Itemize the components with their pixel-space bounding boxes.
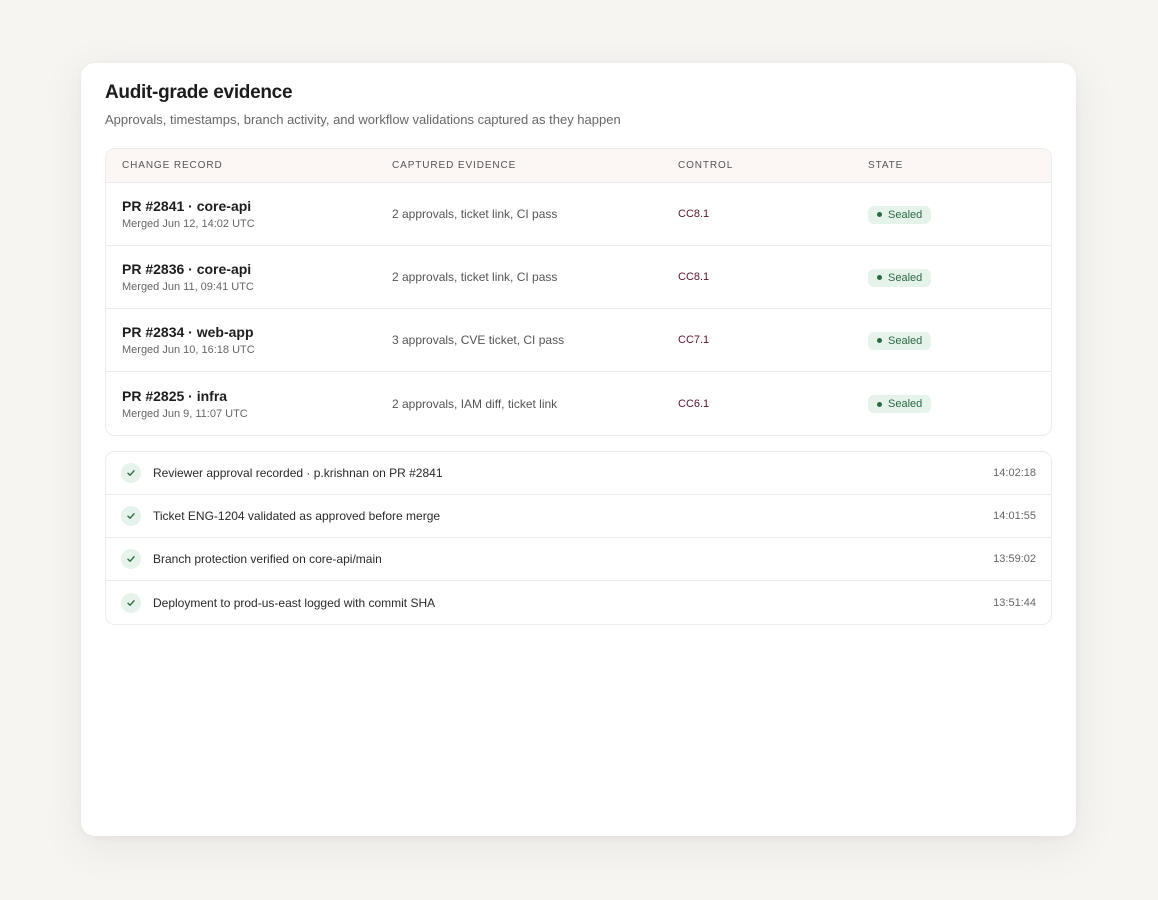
change-record-cell: PR #2836 · core-api Merged Jun 11, 09:41… [106,261,392,293]
state-cell: Sealed [868,330,1051,350]
page-subtitle: Approvals, timestamps, branch activity, … [105,112,621,127]
log-time: 13:51:44 [993,596,1036,609]
log-text: Reviewer approval recorded · p.krishnan … [153,466,443,480]
status-dot-icon [877,275,882,281]
change-record-cell: PR #2834 · web-app Merged Jun 10, 16:18 … [106,324,392,356]
control-cell: CC8.1 [678,208,710,220]
status-badge-label: Sealed [888,271,923,284]
status-badge-label: Sealed [888,398,923,411]
status-dot-icon [877,401,882,407]
status-dot-icon [877,338,882,344]
check-icon [121,549,141,569]
table-header: CHANGE RECORD CAPTURED EVIDENCE CONTROL … [106,149,1051,183]
change-record-cell: PR #2841 · core-api Merged Jun 12, 14:02… [106,198,392,230]
pr-merge-time: Merged Jun 12, 14:02 UTC [122,218,255,230]
log-item[interactable]: Deployment to prod-us-east logged with c… [106,581,1051,624]
table-row[interactable]: PR #2825 · infra Merged Jun 9, 11:07 UTC… [106,372,1051,435]
evidence-card: Audit-grade evidence Approvals, timestam… [81,63,1076,836]
column-header-state[interactable]: STATE [868,160,1051,171]
pr-merge-time: Merged Jun 11, 09:41 UTC [122,281,254,293]
status-badge-label: Sealed [888,208,923,221]
status-badge: Sealed [868,395,932,414]
pr-merge-time: Merged Jun 9, 11:07 UTC [122,407,248,420]
state-cell: Sealed [868,204,1051,224]
status-badge: Sealed [868,205,932,224]
check-icon [121,592,141,613]
column-header-control[interactable]: CONTROL [678,160,868,171]
log-item[interactable]: Ticket ENG-1204 validated as approved be… [106,495,1051,538]
evidence-cell: 2 approvals, IAM diff, ticket link [392,396,558,411]
table-row[interactable]: PR #2834 · web-app Merged Jun 10, 16:18 … [106,309,1051,372]
log-time: 14:02:18 [993,467,1036,479]
check-icon [121,463,141,483]
status-badge: Sealed [868,268,932,287]
page-title: Audit-grade evidence [105,82,293,103]
control-cell: CC7.1 [678,334,710,346]
pr-merge-time: Merged Jun 10, 16:18 UTC [122,344,255,356]
pr-title[interactable]: PR #2841 · core-api [122,198,392,215]
check-icon [121,506,141,526]
evidence-cell: 3 approvals, CVE ticket, CI pass [392,333,565,347]
column-header-change-record[interactable]: CHANGE RECORD [106,160,392,171]
change-record-cell: PR #2825 · infra Merged Jun 9, 11:07 UTC [106,388,392,420]
status-badge-label: Sealed [888,334,923,347]
pr-title[interactable]: PR #2836 · core-api [122,261,392,278]
table-row[interactable]: PR #2841 · core-api Merged Jun 12, 14:02… [106,183,1051,246]
table-row[interactable]: PR #2836 · core-api Merged Jun 11, 09:41… [106,246,1051,309]
pr-title[interactable]: PR #2825 · infra [122,388,392,405]
pr-title[interactable]: PR #2834 · web-app [122,324,392,341]
evidence-cell: 2 approvals, ticket link, CI pass [392,207,558,221]
state-cell: Sealed [868,394,1051,414]
status-badge: Sealed [868,331,932,350]
log-text: Branch protection verified on core-api/m… [153,552,382,566]
status-dot-icon [877,212,882,218]
log-item[interactable]: Reviewer approval recorded · p.krishnan … [106,452,1051,495]
log-text: Ticket ENG-1204 validated as approved be… [153,509,441,523]
log-item[interactable]: Branch protection verified on core-api/m… [106,538,1051,581]
activity-log: Reviewer approval recorded · p.krishnan … [105,451,1052,625]
change-records-table: CHANGE RECORD CAPTURED EVIDENCE CONTROL … [105,148,1052,436]
control-cell: CC6.1 [678,397,710,410]
log-time: 13:59:02 [993,553,1036,565]
log-text: Deployment to prod-us-east logged with c… [153,595,436,610]
column-header-captured-evidence[interactable]: CAPTURED EVIDENCE [392,160,678,171]
state-cell: Sealed [868,267,1051,287]
log-time: 14:01:55 [993,510,1036,522]
control-cell: CC8.1 [678,271,710,283]
evidence-cell: 2 approvals, ticket link, CI pass [392,270,558,284]
